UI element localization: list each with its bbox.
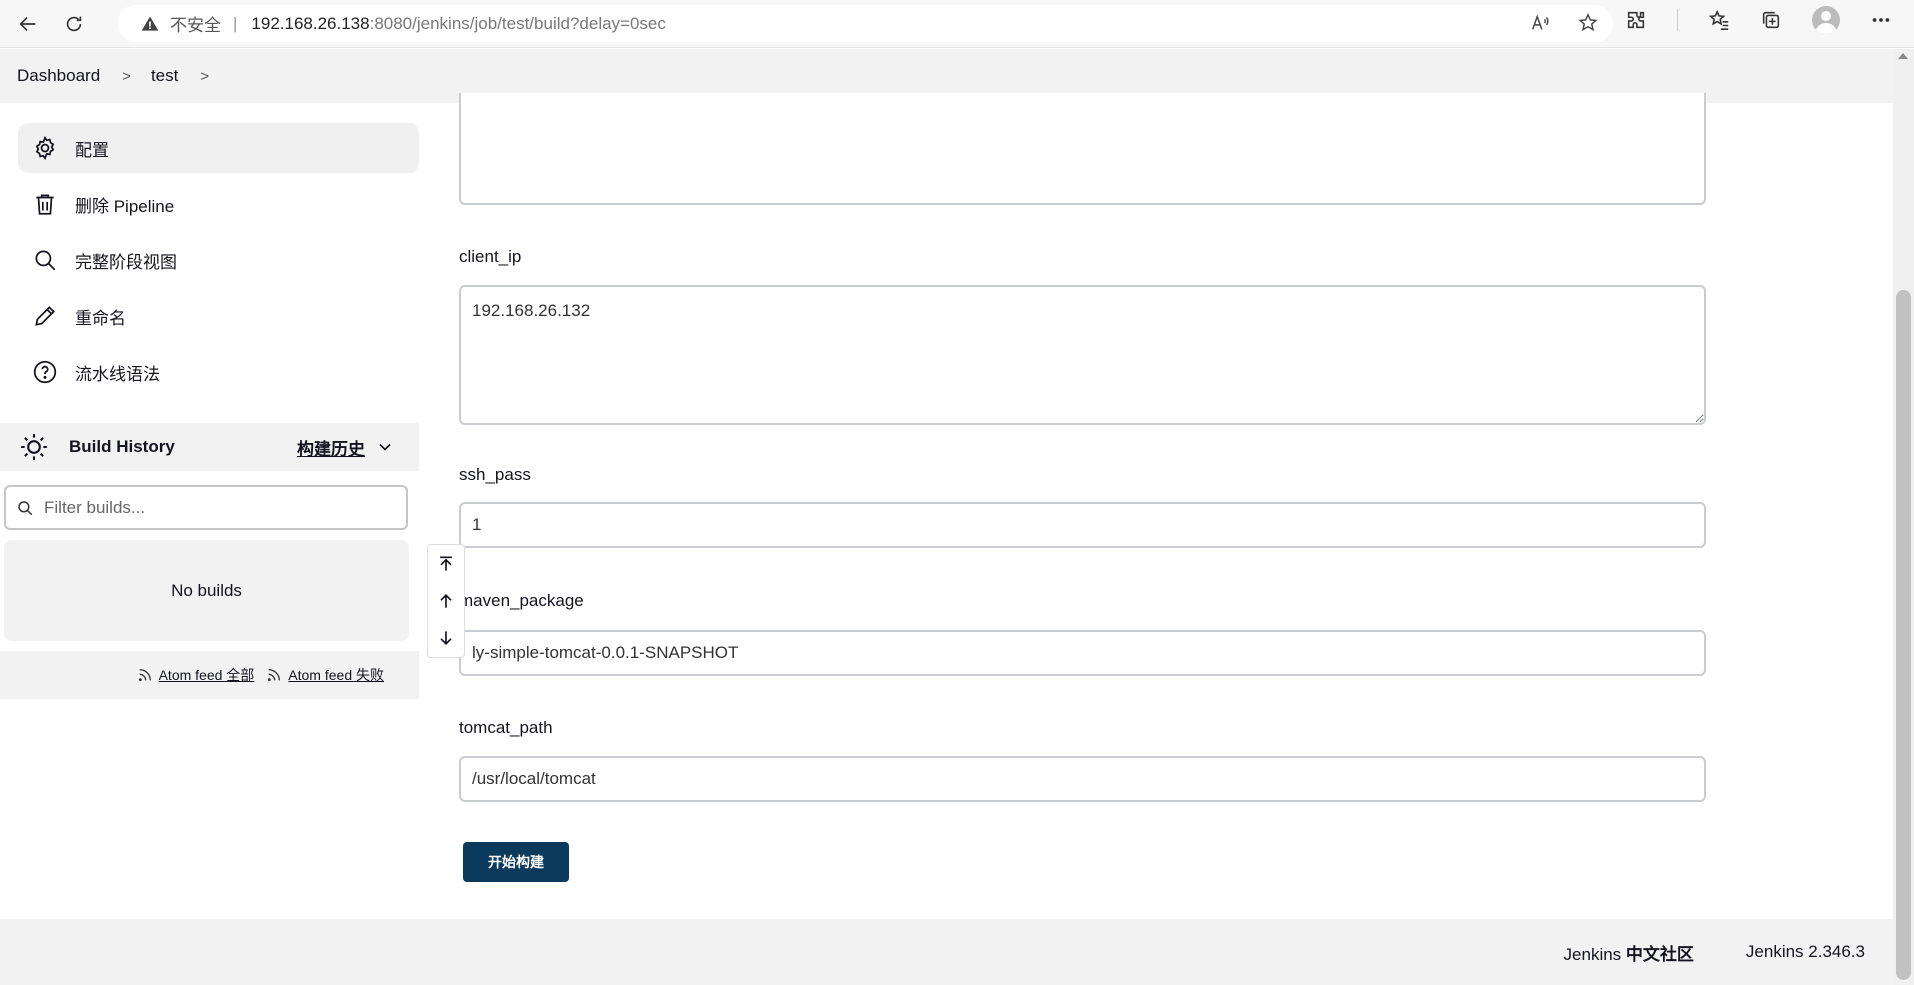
footer-community-name: 中文社区 [1625,944,1694,964]
extensions-icon[interactable] [1625,9,1647,31]
no-builds-message: No builds [4,540,409,641]
jenkins-community-link[interactable]: Jenkins 中文社区 [1564,940,1694,965]
scrollbar-thumb[interactable] [1896,290,1911,980]
footer-community-prefix: Jenkins [1563,944,1626,964]
atom-feed-all-label: Atom feed 全部 [158,667,255,683]
sidebar-item-rename[interactable]: 重命名 [18,291,419,341]
help-icon [33,360,57,384]
build-history-header: Build History 构建历史 [0,423,419,471]
param-label-ssh-pass: ssh_pass [459,465,531,484]
scroll-down-icon[interactable] [436,628,456,648]
rss-icon [138,669,151,682]
scroll-to-top-icon[interactable] [436,554,456,574]
warning-icon [141,16,159,31]
previous-textarea-field[interactable] [459,93,1706,205]
scrollbar-up-arrow[interactable] [1898,53,1908,59]
sidebar: 配置 删除 Pipeline 完整阶段视图 重命名 流水线语法 Build Hi… [0,103,420,699]
maven-package-input[interactable] [459,630,1706,676]
back-button[interactable] [10,6,46,42]
atom-feed-failed-link[interactable]: Atom feed 失败 [266,665,384,685]
arrow-left-icon [19,16,36,31]
param-label-tomcat-path: tomcat_path [459,718,553,737]
insecure-label: 不安全 [170,16,221,35]
breadcrumb-test[interactable]: test [151,66,178,86]
page-scrollbar[interactable] [1893,49,1914,985]
rss-icon [268,669,281,682]
read-aloud-icon[interactable] [1529,12,1551,34]
sidebar-item-label: 重命名 [75,308,126,328]
build-history-title: Build History [69,437,175,456]
add-favorite-icon[interactable] [1577,12,1599,34]
build-trend-link[interactable]: 构建历史 [297,435,365,460]
filter-builds-input[interactable] [44,497,374,518]
sidebar-item-label: 流水线语法 [75,364,160,384]
sidebar-item-pipeline-syntax[interactable]: 流水线语法 [18,347,419,397]
address-bar[interactable]: 不安全 | 192.168.26.138:8080/jenkins/job/te… [118,5,1613,42]
atom-feed-all-link[interactable]: Atom feed 全部 [137,665,255,685]
sidebar-item-label: 删除 Pipeline [75,196,175,216]
page-footer: Jenkins 中文社区 Jenkins 2.346.3 [0,919,1893,985]
client-ip-textarea[interactable]: 192.168.26.132 [459,285,1706,425]
refresh-icon [66,16,82,31]
pencil-icon [35,306,55,326]
chevron-down-icon[interactable] [375,437,395,457]
toolbar-divider [1677,9,1678,31]
sidebar-item-label: 配置 [75,140,109,160]
scroll-up-icon[interactable] [436,591,456,611]
collections-icon[interactable] [1760,9,1782,31]
refresh-button[interactable] [56,6,92,42]
url-host: 192.168.26.138 [251,13,370,33]
param-label-maven-package: maven_package [459,591,584,610]
param-label-client-ip: client_ip [459,247,522,266]
sidebar-item-configure[interactable]: 配置 [18,123,419,173]
trash-icon [36,194,54,215]
more-icon[interactable] [1870,9,1892,31]
atom-feed-failed-label: Atom feed 失败 [288,667,384,683]
ssh-pass-input[interactable] [459,502,1706,548]
search-icon [35,250,56,271]
chevron-right-icon[interactable]: > [200,68,209,85]
browser-toolbar: 不安全 | 192.168.26.138:8080/jenkins/job/te… [0,0,1914,48]
chevron-right-icon[interactable]: > [122,68,131,85]
scroll-helper [427,544,465,658]
sidebar-item-full-stage-view[interactable]: 完整阶段视图 [18,235,419,285]
build-history-icon [21,434,47,460]
url-path: :8080/jenkins/job/test/build?delay=0sec [369,13,666,33]
filter-builds-field [4,485,408,530]
search-icon [18,500,33,515]
start-build-button[interactable]: 开始构建 [463,842,569,882]
gear-icon [35,135,55,161]
sidebar-item-delete-pipeline[interactable]: 删除 Pipeline [18,179,419,229]
address-separator: | [233,13,238,33]
jenkins-version-link[interactable]: Jenkins 2.346.3 [1746,942,1865,962]
address-bar-actions [1529,12,1599,34]
tomcat-path-input[interactable] [459,756,1706,802]
breadcrumb-dashboard[interactable]: Dashboard [17,66,100,86]
atom-feeds: Atom feed 全部 Atom feed 失败 [0,651,419,699]
browser-menu-area [1625,6,1914,34]
sidebar-item-label: 完整阶段视图 [75,252,177,272]
favorites-icon[interactable] [1708,9,1730,31]
profile-avatar[interactable] [1812,6,1840,34]
